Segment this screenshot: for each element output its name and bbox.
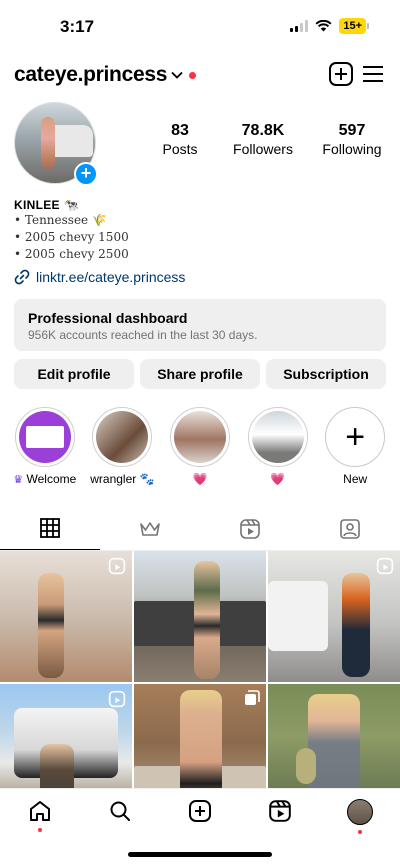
carousel-icon	[245, 690, 260, 705]
menu-icon[interactable]	[360, 61, 386, 87]
bio-line: • 2005 chevy 2500	[14, 247, 129, 261]
edit-profile-button[interactable]: Edit profile	[14, 359, 134, 389]
status-bar: 3:17 15+	[0, 0, 400, 52]
search-icon	[110, 801, 130, 821]
highlight-label: wrangler 🐾	[90, 472, 155, 486]
bio-line: • Tennessee 🌾	[14, 213, 107, 227]
plus-icon: +	[325, 407, 386, 467]
status-time: 3:17	[60, 17, 95, 36]
subscription-button[interactable]: Subscription	[266, 359, 386, 389]
post-thumbnail[interactable]	[0, 551, 132, 682]
notification-dot	[189, 71, 197, 79]
bio: KINLEE 🐄 • Tennessee 🌾 • 2005 chevy 1500…	[0, 198, 400, 285]
following-count[interactable]: 597 Following	[312, 122, 392, 157]
grid-icon	[40, 518, 60, 538]
tab-subscriptions[interactable]	[100, 507, 200, 550]
highlight-label: 💗	[192, 472, 208, 486]
professional-dashboard[interactable]: Professional dashboard 956K accounts rea…	[14, 299, 386, 351]
highlight-wrangler[interactable]: wrangler 🐾	[84, 407, 162, 491]
crown-icon: ♛	[13, 474, 24, 486]
content-tabs	[0, 507, 400, 551]
tab-reels[interactable]	[200, 507, 300, 550]
notification-dot	[38, 828, 42, 832]
posts-count[interactable]: 83 Posts	[150, 122, 210, 157]
followers-label: Followers	[233, 141, 293, 157]
highlight-heart-2[interactable]: 💗	[239, 407, 317, 491]
new-highlight-button[interactable]: + New	[316, 407, 394, 491]
wifi-icon	[315, 20, 332, 32]
chevron-down-icon	[171, 71, 183, 79]
username-switcher[interactable]: cateye.princess	[14, 63, 197, 87]
posts-number: 83	[171, 122, 189, 139]
highlight-heart-1[interactable]: 💗	[161, 407, 239, 491]
story-highlights: ♛ Welcome wrangler 🐾 💗 💗 + New	[0, 407, 400, 491]
home-icon	[30, 801, 50, 821]
highlight-cover	[14, 407, 75, 467]
cellular-signal-icon	[290, 20, 309, 32]
profile-avatar[interactable]: +	[14, 102, 98, 186]
dashboard-subtitle: 956K accounts reached in the last 30 day…	[28, 328, 258, 342]
profile-summary: + 83 Posts 78.8K Followers 597 Following	[0, 102, 400, 194]
nav-home[interactable]	[20, 799, 60, 835]
bio-link-text: linktr.ee/cateye.princess	[36, 269, 186, 285]
following-label: Following	[322, 141, 382, 157]
home-indicator[interactable]	[128, 852, 272, 857]
profile-header: cateye.princess	[0, 52, 400, 96]
create-icon[interactable]	[328, 61, 354, 87]
notification-dot	[358, 830, 362, 834]
highlight-cover	[247, 407, 308, 467]
post-thumbnail[interactable]	[134, 551, 266, 682]
share-profile-button[interactable]: Share profile	[140, 359, 260, 389]
bio-line: • 2005 chevy 1500	[14, 230, 129, 244]
reels-icon	[240, 518, 260, 539]
reels-icon	[269, 800, 291, 822]
profile-actions: Edit profile Share profile Subscription	[14, 359, 386, 389]
post-thumbnail[interactable]	[268, 551, 400, 682]
status-icons: 15+	[290, 18, 369, 34]
posts-label: Posts	[162, 141, 198, 157]
highlight-label: 💗	[270, 472, 286, 486]
profile-stats: 83 Posts 78.8K Followers 597 Following	[150, 122, 392, 157]
nav-profile[interactable]	[340, 799, 380, 835]
crown-icon	[140, 521, 160, 536]
dashboard-title: Professional dashboard	[28, 310, 188, 326]
bio-link[interactable]: linktr.ee/cateye.princess	[14, 269, 386, 285]
highlight-cover	[169, 407, 230, 467]
tab-grid[interactable]	[0, 507, 100, 550]
link-icon	[14, 269, 30, 285]
reels-icon	[376, 557, 394, 575]
create-icon	[189, 800, 211, 822]
add-story-icon[interactable]: +	[74, 162, 98, 186]
highlight-label: New	[343, 472, 368, 486]
bio-name: KINLEE 🐄	[14, 198, 79, 212]
posts-grid	[0, 551, 400, 815]
highlight-label: ♛ Welcome	[13, 472, 77, 486]
followers-count[interactable]: 78.8K Followers	[218, 122, 308, 157]
nav-create[interactable]	[180, 799, 220, 835]
profile-avatar	[347, 799, 373, 825]
reels-icon	[108, 690, 126, 708]
highlight-welcome[interactable]: ♛ Welcome	[6, 407, 84, 491]
reels-icon	[108, 557, 126, 575]
highlight-cover	[92, 407, 153, 467]
followers-number: 78.8K	[241, 122, 285, 139]
battery-indicator: 15+	[339, 18, 369, 34]
following-number: 597	[338, 122, 366, 139]
nav-reels[interactable]	[260, 799, 300, 835]
username: cateye.princess	[14, 63, 168, 86]
nav-search[interactable]	[100, 799, 140, 835]
tab-tagged[interactable]	[300, 507, 400, 550]
tagged-icon	[340, 518, 360, 539]
